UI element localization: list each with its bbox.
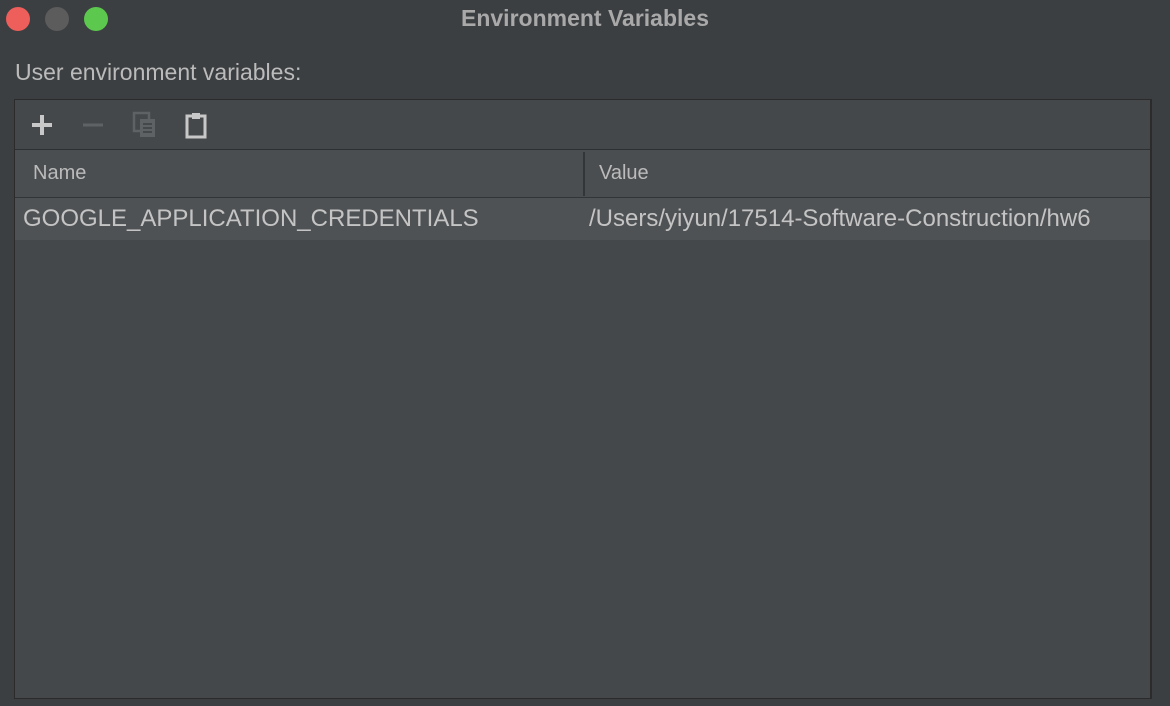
variable-value-cell[interactable]: /Users/yiyun/17514-Software-Construction… <box>589 205 1152 233</box>
paste-button[interactable] <box>181 110 211 140</box>
table-toolbar <box>15 100 1150 150</box>
copy-icon <box>132 111 155 137</box>
section-label: User environment variables: <box>15 59 302 85</box>
remove-button[interactable] <box>78 110 108 140</box>
environment-variables-window: Environment Variables User environment v… <box>0 0 1170 706</box>
column-header-name[interactable]: Name <box>33 162 86 185</box>
variable-name-cell[interactable]: GOOGLE_APPLICATION_CREDENTIALS <box>23 205 578 233</box>
minus-icon <box>83 123 103 127</box>
table-header: Name Value <box>15 150 1150 198</box>
paste-icon <box>185 113 207 139</box>
divider <box>1151 99 1152 699</box>
plus-icon <box>32 115 52 135</box>
title-bar: Environment Variables <box>0 0 1170 38</box>
column-resize-handle[interactable] <box>583 152 585 196</box>
column-header-value[interactable]: Value <box>599 162 649 185</box>
add-button[interactable] <box>27 110 57 140</box>
window-right-edge <box>1151 0 1170 706</box>
table-row[interactable]: GOOGLE_APPLICATION_CREDENTIALS /Users/yi… <box>15 198 1150 240</box>
copy-button[interactable] <box>130 110 160 140</box>
env-vars-panel: Name Value GOOGLE_APPLICATION_CREDENTIAL… <box>14 99 1151 699</box>
window-title: Environment Variables <box>461 5 709 31</box>
